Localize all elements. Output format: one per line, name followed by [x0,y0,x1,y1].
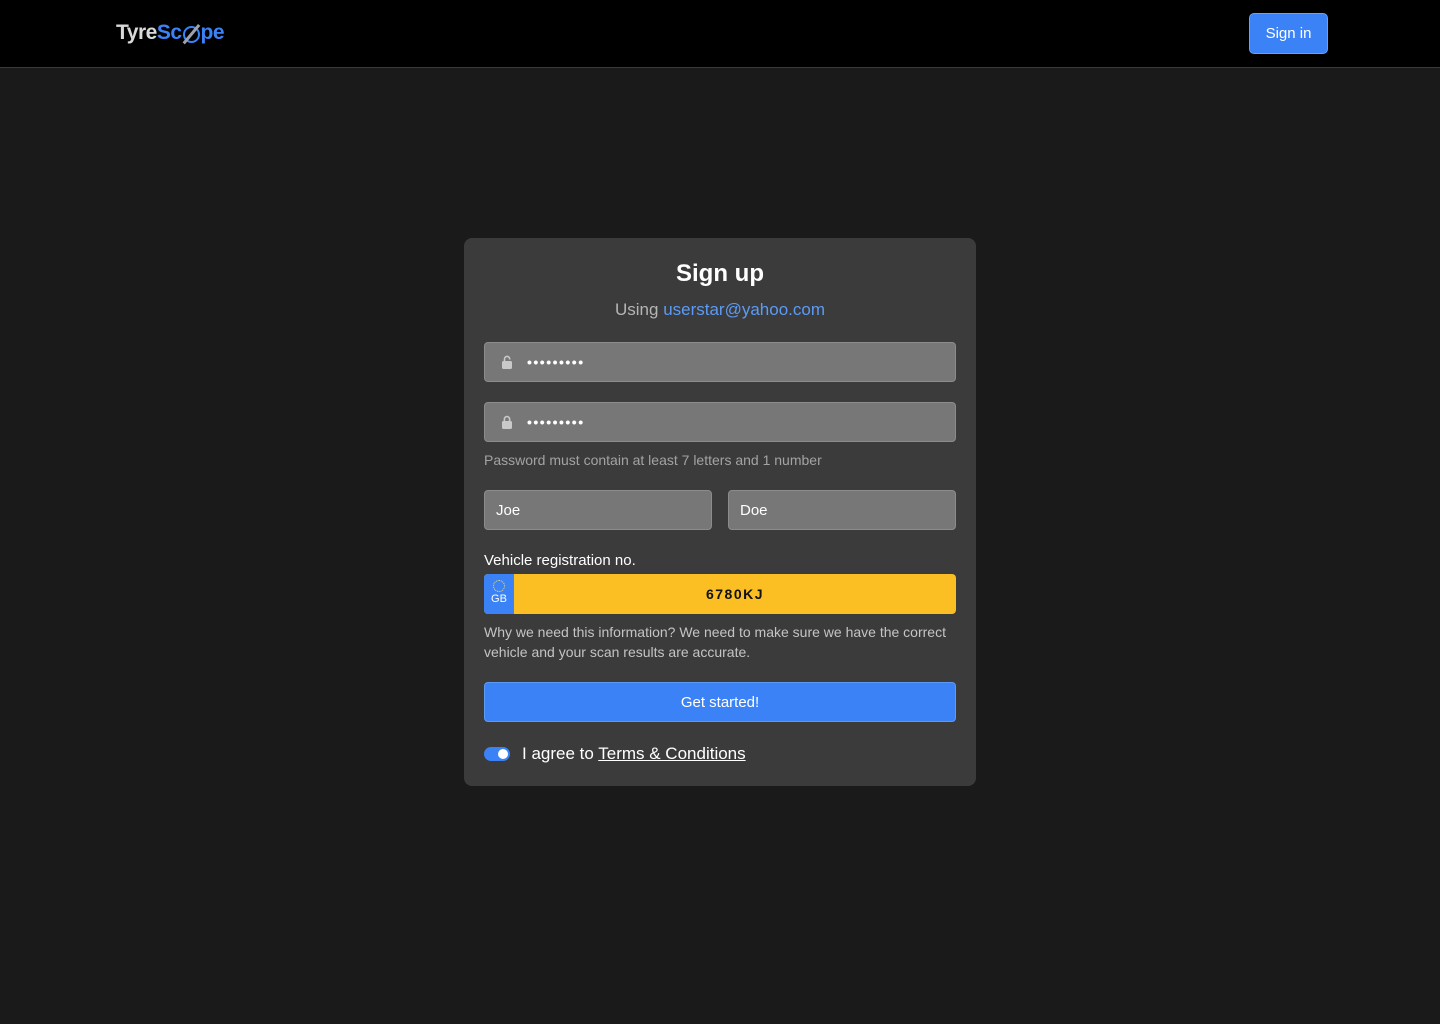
magnifier-icon [182,25,200,43]
locked-padlock-icon [500,415,514,429]
terms-toggle[interactable] [484,747,510,761]
tyrescope-logo[interactable]: Tyre Sc pe [116,19,225,47]
plate-country-badge: GB [484,574,514,614]
agree-label: I agree to [522,744,594,763]
confirm-password-field[interactable]: ••••••••• [484,402,956,442]
last-name-input[interactable]: Doe [728,490,956,530]
top-navbar: Tyre Sc pe Sign in [0,0,1440,68]
password-value: ••••••••• [527,354,585,370]
password-field[interactable]: ••••••••• [484,342,956,382]
signup-email: userstar@yahoo.com [663,300,826,319]
registration-plate-input[interactable]: GB 6780KJ [484,574,956,614]
password-hint: Password must contain at least 7 letters… [484,452,822,468]
page-title: Sign up [676,260,764,287]
logo-text-scope-end: pe [200,21,225,44]
first-name-input[interactable]: Joe [484,490,712,530]
unlocked-padlock-icon [500,355,514,369]
using-label: Using [614,300,659,319]
get-started-button[interactable]: Get started! [484,682,956,722]
plate-number: 6780KJ [705,586,765,602]
terms-conditions-link[interactable]: Terms & Conditions [598,744,745,763]
signup-card: Sign up Using userstar@yahoo.com •••••••… [464,238,976,786]
signup-email-line: Using userstar@yahoo.com [464,300,976,320]
plate-country-code: GB [491,593,507,605]
registration-info-text: Why we need this information? We need to… [484,624,946,660]
eu-stars-icon [493,580,505,592]
logo-text-tyre: Tyre [116,21,157,44]
sign-in-button[interactable]: Sign in [1249,13,1328,54]
terms-agreement: I agree to Terms & Conditions [522,744,746,764]
logo-text-scope-start: Sc [156,21,182,44]
confirm-password-value: ••••••••• [527,414,585,430]
vehicle-registration-label: Vehicle registration no. [484,552,636,569]
toggle-knob [498,749,508,759]
